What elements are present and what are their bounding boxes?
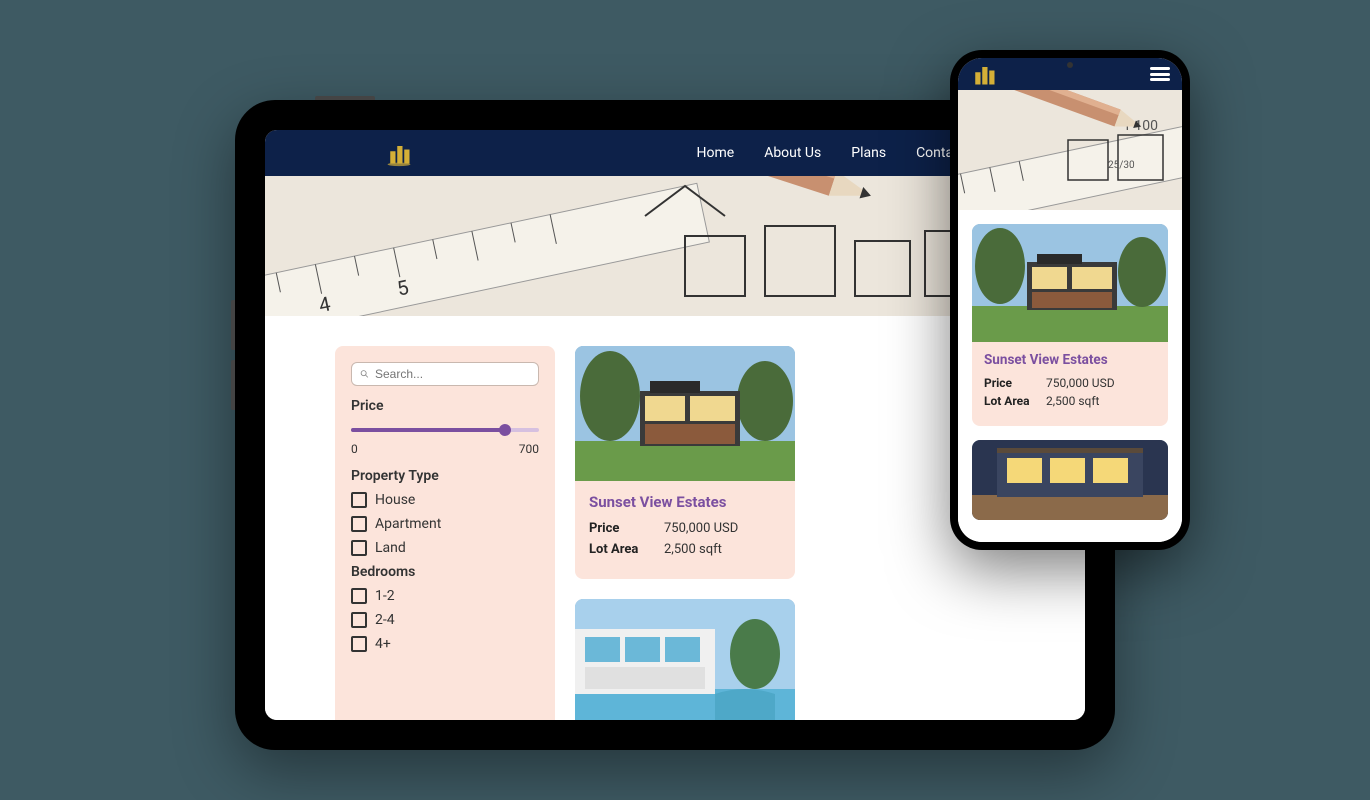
mobile-logo[interactable]	[970, 60, 998, 88]
property-type-label: Property Type	[351, 468, 539, 484]
search-box[interactable]	[351, 362, 539, 386]
checkbox-label: 4+	[375, 636, 391, 652]
phone-screen: 1 100 25/30	[958, 58, 1182, 542]
listing-image	[575, 346, 795, 481]
type-apartment[interactable]: Apartment	[351, 516, 539, 532]
bedrooms-1-2[interactable]: 1-2	[351, 588, 539, 604]
price-range-labels: 0 700	[351, 442, 539, 456]
listing-card[interactable]: Downtown Loft Living Price 1,200,000 USD…	[575, 599, 795, 720]
logo-icon	[385, 139, 413, 167]
nav-plans[interactable]: Plans	[851, 145, 886, 161]
listing-card[interactable]	[972, 440, 1168, 520]
phone-device: 1 100 25/30	[950, 50, 1190, 550]
filter-panel: Price 0 700 Property Type House A	[335, 346, 555, 720]
price-value: 750,000 USD	[664, 521, 738, 536]
area-key: Lot Area	[589, 542, 664, 557]
tablet-power-button	[315, 96, 375, 100]
price-max: 700	[519, 442, 539, 456]
price-key: Price	[984, 376, 1046, 390]
listing-image	[575, 599, 795, 720]
type-house[interactable]: House	[351, 492, 539, 508]
search-input[interactable]	[375, 367, 530, 381]
checkbox-icon	[351, 636, 367, 652]
bedrooms-2-4[interactable]: 2-4	[351, 612, 539, 628]
checkbox-label: 1-2	[375, 588, 395, 604]
checkbox-icon	[351, 612, 367, 628]
type-land[interactable]: Land	[351, 540, 539, 556]
listing-title: Sunset View Estates	[984, 352, 1156, 368]
bedrooms-label: Bedrooms	[351, 564, 539, 580]
price-min: 0	[351, 442, 358, 456]
price-value: 750,000 USD	[1046, 376, 1115, 390]
checkbox-icon	[351, 588, 367, 604]
mobile-hero: 1 100 25/30	[958, 90, 1182, 210]
price-key: Price	[589, 521, 664, 536]
listing-title: Sunset View Estates	[589, 493, 781, 511]
area-key: Lot Area	[984, 394, 1046, 408]
checkbox-label: 2-4	[375, 612, 395, 628]
mobile-listings: Sunset View Estates Price 750,000 USD Lo…	[958, 210, 1182, 542]
slider-thumb[interactable]	[499, 424, 511, 436]
tablet-volume-down	[231, 360, 235, 410]
main-nav: Home About Us Plans Contact	[697, 145, 966, 161]
hamburger-menu-icon[interactable]	[1150, 67, 1170, 81]
checkbox-label: Apartment	[375, 516, 441, 532]
logo-icon	[970, 60, 998, 88]
area-value: 2,500 sqft	[664, 542, 722, 557]
search-icon	[360, 367, 369, 381]
checkbox-label: Land	[375, 540, 406, 556]
checkbox-icon	[351, 540, 367, 556]
tablet-volume-up	[231, 300, 235, 350]
price-label: Price	[351, 398, 539, 414]
price-slider[interactable]	[351, 422, 539, 438]
nav-about[interactable]: About Us	[764, 145, 821, 161]
checkbox-icon	[351, 516, 367, 532]
listings-grid: Sunset View Estates Price 750,000 USD Lo…	[575, 346, 1015, 720]
site-logo[interactable]	[385, 139, 413, 167]
checkbox-icon	[351, 492, 367, 508]
listing-image	[972, 440, 1168, 520]
listing-card[interactable]: Sunset View Estates Price 750,000 USD Lo…	[972, 224, 1168, 426]
listing-card[interactable]: Sunset View Estates Price 750,000 USD Lo…	[575, 346, 795, 579]
nav-home[interactable]: Home	[697, 145, 735, 161]
area-value: 2,500 sqft	[1046, 394, 1099, 408]
phone-camera	[1067, 62, 1073, 68]
checkbox-label: House	[375, 492, 415, 508]
svg-text:25/30: 25/30	[1108, 160, 1135, 171]
bedrooms-4plus[interactable]: 4+	[351, 636, 539, 652]
listing-image	[972, 224, 1168, 342]
